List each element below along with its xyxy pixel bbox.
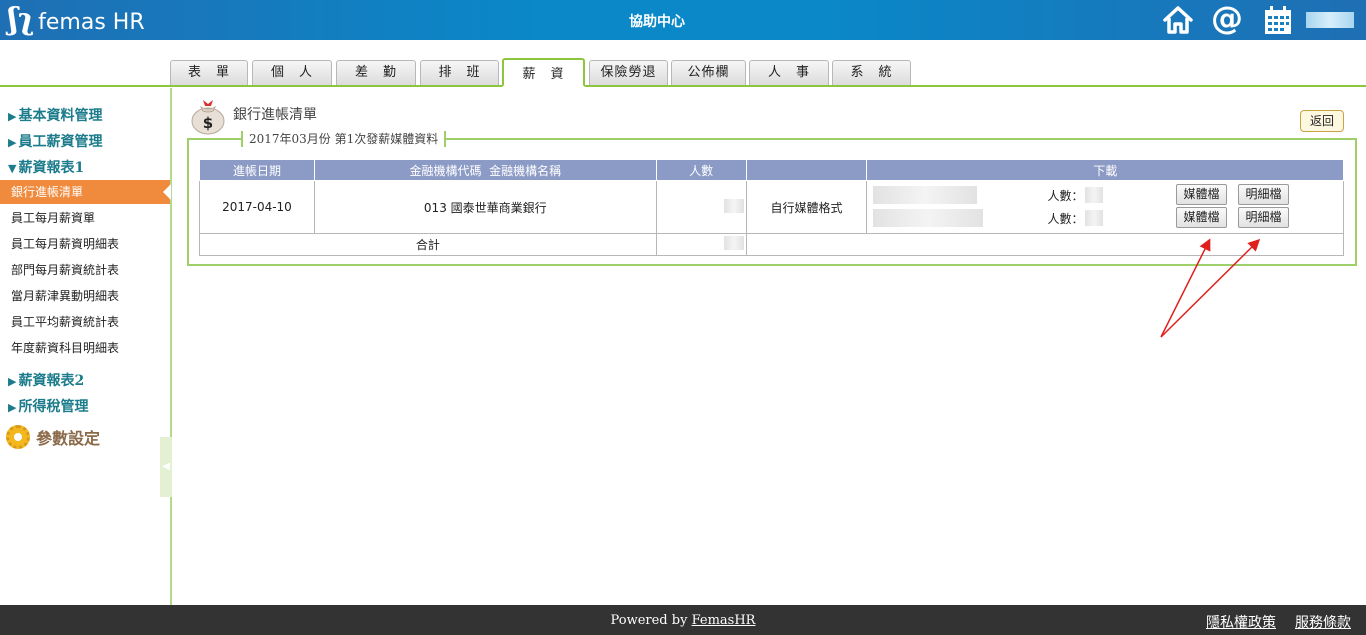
tab-hr[interactable]: 人 事 [749,60,829,85]
file-name-redacted [873,209,984,227]
bank-deposit-table: 進帳日期 金融機構代碼 金融機構名稱 人數 下載 2017-04-10 013 … [199,159,1345,256]
triangle-right-icon: ▶ [8,375,17,388]
sidebar-item-monthly-payslip[interactable]: 員工每月薪資單 [0,206,170,230]
tab-underline [0,85,1366,87]
powered-by: Powered by FemasHR [610,613,756,628]
sidebar-param-settings[interactable]: 參數設定 [6,425,100,449]
home-icon[interactable] [1162,4,1194,36]
tab-scheduling[interactable]: 排 班 [420,60,499,85]
tab-attendance[interactable]: 差 勤 [336,60,416,85]
sidebar-item-dept-salary-stats[interactable]: 部門每月薪資統計表 [0,258,170,282]
count-redacted [723,236,744,250]
cell-format: 自行媒體格式 [745,180,868,234]
cell-count [655,180,747,234]
cell-download: 人數： 媒體檔 明細檔 人數： 媒體檔 明細檔 [866,180,1344,234]
money-bag-icon: $ [191,100,225,135]
tab-bulletin[interactable]: 公佈欄 [671,60,746,85]
panel-legend: 2017年03月份 第1次發薪媒體資料 [241,131,447,147]
detail-file-button-1[interactable]: 明細檔 [1238,184,1289,205]
privacy-policy-link[interactable]: 隱私權政策 [1206,612,1276,632]
count-label: 人數： [1047,189,1084,203]
sidebar-item-monthly-salary-detail[interactable]: 員工每月薪資明細表 [0,232,170,256]
count-redacted [1085,187,1104,203]
tab-forms[interactable]: 表 單 [170,60,248,85]
sidebar-section-employee-salary[interactable]: ▶ 員工薪資管理 [8,131,102,151]
sidebar-item-bank-deposit-list[interactable]: 銀行進帳清單 [0,180,171,204]
triangle-down-icon: ▼ [8,162,17,175]
sidebar-section-basic-data[interactable]: ▶ 基本資料管理 [8,105,102,125]
cell-total-blank [745,233,1345,256]
femashr-link[interactable]: FemasHR [692,613,756,628]
detail-file-button-2[interactable]: 明細檔 [1238,207,1289,228]
sidebar-section-report1[interactable]: ▼ 薪資報表1 [8,157,84,177]
table-header-row: 進帳日期 金融機構代碼 金融機構名稱 人數 下載 [199,159,1344,181]
count-label: 人數： [1047,212,1084,226]
media-file-button-1[interactable]: 媒體檔 [1176,184,1227,205]
help-center-link[interactable]: 協助中心 [600,11,714,31]
tab-insurance[interactable]: 保險勞退 [589,60,668,85]
page-title: 銀行進帳清單 [233,107,317,123]
sidebar-section-report2[interactable]: ▶ 薪資報表2 [8,370,84,390]
footer: Powered by FemasHR 隱私權政策 服務條款 [0,605,1366,635]
cell-bank: 013 國泰世華商業銀行 [313,180,657,234]
table-row: 2017-04-10 013 國泰世華商業銀行 自行媒體格式 人數： 媒體檔 明… [199,180,1344,234]
gear-icon [6,425,30,449]
triangle-right-icon: ▶ [8,136,17,149]
count-redacted [723,198,744,213]
total-row: 合計 [199,233,1345,256]
sidebar-collapse-handle[interactable]: ◀ [160,437,172,497]
col-header-download: 下載 [866,159,1344,181]
svg-text:$: $ [203,114,213,132]
triangle-right-icon: ▶ [8,401,17,414]
calendar-icon[interactable] [1262,4,1294,36]
tab-personal[interactable]: 個 人 [252,60,332,85]
at-mail-icon[interactable]: @ [1211,2,1243,34]
col-header-bank: 金融機構代碼 金融機構名稱 [313,159,657,181]
download-row-2: 人數： 媒體檔 明細檔 [873,207,1343,229]
file-name-redacted [873,186,978,204]
col-header-date: 進帳日期 [199,159,315,181]
sidebar-item-allowance-changes[interactable]: 當月薪津異動明細表 [0,284,170,308]
cell-total-label: 合計 [199,233,657,256]
download-row-1: 人數： 媒體檔 明細檔 [873,184,1343,206]
femas-logo[interactable]: ʃʅ femas HR [8,4,145,36]
back-button[interactable]: 返回 [1300,110,1344,132]
user-name-redacted[interactable] [1306,12,1354,28]
tab-system[interactable]: 系 統 [832,60,911,85]
sidebar-section-income-tax[interactable]: ▶ 所得稅管理 [8,396,88,416]
terms-of-service-link[interactable]: 服務條款 [1295,612,1351,632]
sidebar: ▶ 基本資料管理 ▶ 員工薪資管理 ▼ 薪資報表1 銀行進帳清單 員工每月薪資單 員工… [0,88,172,605]
col-header-format [745,159,868,181]
col-header-count: 人數 [655,159,747,181]
media-file-button-2[interactable]: 媒體檔 [1176,207,1227,228]
top-header: ʃʅ femas HR 協助中心 @ [0,0,1366,40]
sidebar-item-annual-salary-items[interactable]: 年度薪資科目明細表 [0,336,170,360]
logo-mark-icon: ʃʅ [8,2,35,37]
tab-payroll[interactable]: 薪 資 [502,58,585,87]
cell-total-count [655,233,747,256]
triangle-right-icon: ▶ [8,110,17,123]
count-redacted [1085,210,1104,226]
sidebar-item-average-salary-stats[interactable]: 員工平均薪資統計表 [0,310,170,334]
cell-date: 2017-04-10 [199,180,315,234]
logo-text: femas HR [38,10,145,35]
